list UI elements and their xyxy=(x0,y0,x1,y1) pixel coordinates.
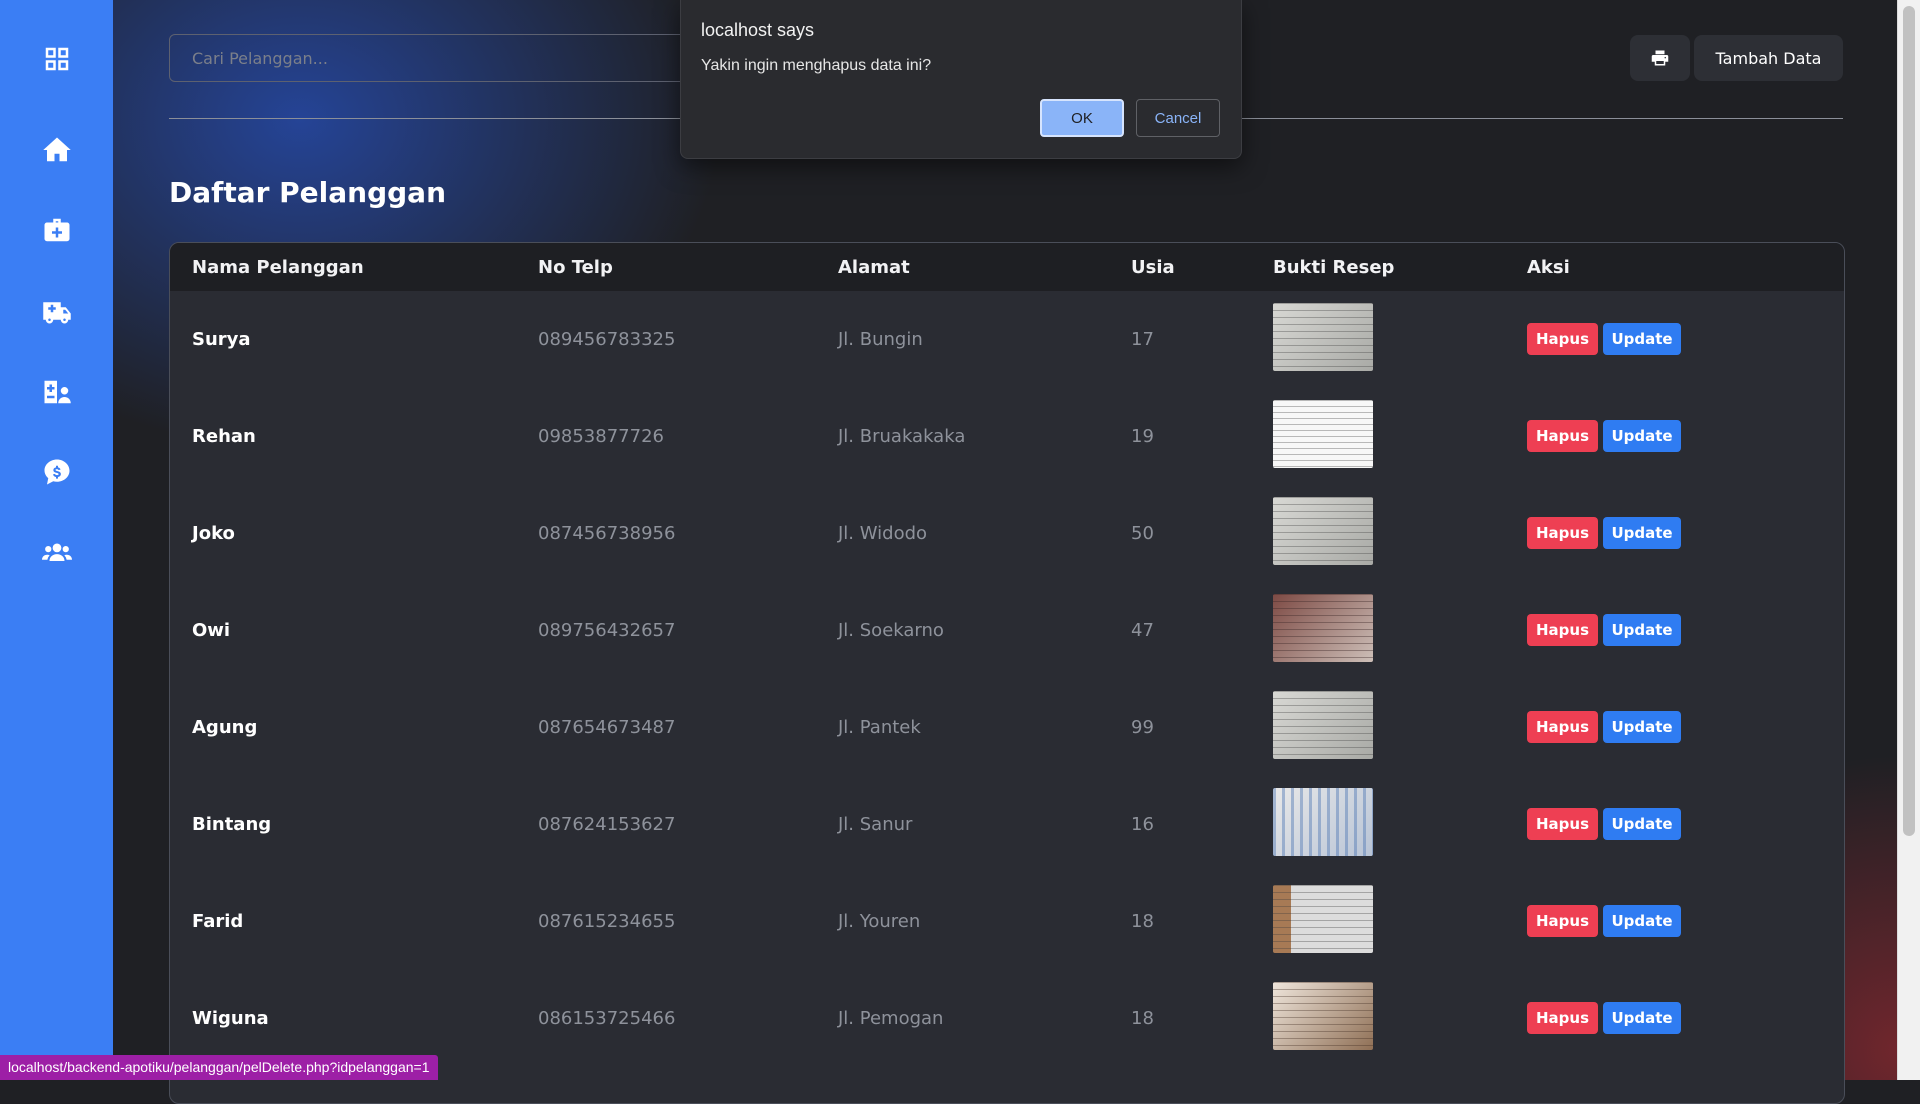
update-button[interactable]: Update xyxy=(1603,905,1681,937)
table-header: Nama Pelanggan No Telp Alamat Usia Bukti… xyxy=(170,243,1844,291)
table-row: Wiguna 086153725466 Jl. Pemogan 18 Hapus… xyxy=(170,970,1844,1067)
search-input[interactable] xyxy=(169,34,729,82)
customer-address: Jl. Bruakakaka xyxy=(838,426,966,447)
header-actions: Aksi xyxy=(1527,257,1570,278)
ambulance-icon[interactable] xyxy=(0,281,113,341)
customer-phone: 086153725466 xyxy=(538,1008,676,1029)
prescription-image[interactable] xyxy=(1273,497,1373,565)
sidebar xyxy=(0,0,113,1080)
medkit-icon[interactable] xyxy=(0,200,113,260)
dialog-title: localhost says xyxy=(701,20,815,40)
delete-button[interactable]: Hapus xyxy=(1527,808,1598,840)
customer-age: 99 xyxy=(1131,717,1154,738)
status-url: localhost/backend-apotiku/pelanggan/pelD… xyxy=(0,1055,438,1080)
header-prescription: Bukti Resep xyxy=(1273,257,1395,278)
customer-age: 18 xyxy=(1131,1008,1154,1029)
prescription-image[interactable] xyxy=(1273,303,1373,371)
delete-button[interactable]: Hapus xyxy=(1527,905,1598,937)
prescription-image[interactable] xyxy=(1273,788,1373,856)
customer-phone: 087624153627 xyxy=(538,814,676,835)
payment-chat-icon[interactable] xyxy=(0,442,113,502)
confirm-dialog: localhost says Yakin ingin menghapus dat… xyxy=(680,0,1242,159)
customer-name: Surya xyxy=(192,329,251,350)
customer-name: Joko xyxy=(192,523,235,544)
customer-phone: 09853877726 xyxy=(538,426,664,447)
grid-icon[interactable] xyxy=(0,29,113,89)
table-row: Rehan 09853877726 Jl. Bruakakaka 19 Hapu… xyxy=(170,388,1844,485)
users-icon[interactable] xyxy=(0,521,113,581)
customer-name: Owi xyxy=(192,620,231,641)
customer-address: Jl. Soekarno xyxy=(838,620,944,641)
customer-address: Jl. Pantek xyxy=(838,717,921,738)
table-row: Joko 087456738956 Jl. Widodo 50 Hapus Up… xyxy=(170,485,1844,582)
delete-button[interactable]: Hapus xyxy=(1527,323,1598,355)
customer-address: Jl. Youren xyxy=(838,911,921,932)
scrollbar-thumb[interactable] xyxy=(1903,6,1915,836)
delete-button[interactable]: Hapus xyxy=(1527,711,1598,743)
header-phone: No Telp xyxy=(538,257,613,278)
cancel-button[interactable]: Cancel xyxy=(1136,99,1220,137)
table-body: Surya 089456783325 Jl. Bungin 17 Hapus U… xyxy=(170,291,1844,1067)
customer-name: Agung xyxy=(192,717,258,738)
table-row: Surya 089456783325 Jl. Bungin 17 Hapus U… xyxy=(170,291,1844,388)
customer-name: Bintang xyxy=(192,814,272,835)
customer-phone: 087456738956 xyxy=(538,523,676,544)
table-row: Agung 087654673487 Jl. Pantek 99 Hapus U… xyxy=(170,679,1844,776)
customer-age: 19 xyxy=(1131,426,1154,447)
print-icon xyxy=(1651,50,1669,66)
update-button[interactable]: Update xyxy=(1603,1002,1681,1034)
prescription-image[interactable] xyxy=(1273,885,1373,953)
update-button[interactable]: Update xyxy=(1603,517,1681,549)
customer-age: 16 xyxy=(1131,814,1154,835)
customer-address: Jl. Widodo xyxy=(838,523,928,544)
staff-icon[interactable] xyxy=(0,362,113,422)
customer-address: Jl. Pemogan xyxy=(838,1008,944,1029)
customer-age: 50 xyxy=(1131,523,1154,544)
customer-table: Nama Pelanggan No Telp Alamat Usia Bukti… xyxy=(169,242,1845,1104)
add-data-button[interactable]: Tambah Data xyxy=(1694,35,1843,81)
customer-age: 17 xyxy=(1131,329,1154,350)
update-button[interactable]: Update xyxy=(1603,808,1681,840)
print-button[interactable] xyxy=(1630,35,1690,81)
table-row: Farid 087615234655 Jl. Youren 18 Hapus U… xyxy=(170,873,1844,970)
header-name: Nama Pelanggan xyxy=(192,257,364,278)
prescription-image[interactable] xyxy=(1273,691,1373,759)
scrollbar[interactable] xyxy=(1897,0,1920,1080)
customer-address: Jl. Bungin xyxy=(838,329,923,350)
main-content: Tambah Data Daftar Pelanggan Nama Pelang… xyxy=(113,0,1898,1104)
table-row: Owi 089756432657 Jl. Soekarno 47 Hapus U… xyxy=(170,582,1844,679)
customer-age: 18 xyxy=(1131,911,1154,932)
ok-button[interactable]: OK xyxy=(1040,99,1124,137)
header-address: Alamat xyxy=(838,257,910,278)
customer-name: Wiguna xyxy=(192,1008,269,1029)
customer-name: Farid xyxy=(192,911,244,932)
delete-button[interactable]: Hapus xyxy=(1527,517,1598,549)
update-button[interactable]: Update xyxy=(1603,323,1681,355)
prescription-image[interactable] xyxy=(1273,594,1373,662)
update-button[interactable]: Update xyxy=(1603,711,1681,743)
customer-phone: 087654673487 xyxy=(538,717,676,738)
update-button[interactable]: Update xyxy=(1603,614,1681,646)
update-button[interactable]: Update xyxy=(1603,420,1681,452)
prescription-image[interactable] xyxy=(1273,982,1373,1050)
dialog-message: Yakin ingin menghapus data ini? xyxy=(701,57,932,74)
customer-phone: 089456783325 xyxy=(538,329,676,350)
customer-phone: 089756432657 xyxy=(538,620,676,641)
prescription-image[interactable] xyxy=(1273,400,1373,468)
home-icon[interactable] xyxy=(0,120,113,180)
page-title: Daftar Pelanggan xyxy=(169,176,447,209)
customer-phone: 087615234655 xyxy=(538,911,676,932)
customer-address: Jl. Sanur xyxy=(838,814,913,835)
delete-button[interactable]: Hapus xyxy=(1527,420,1598,452)
delete-button[interactable]: Hapus xyxy=(1527,1002,1598,1034)
table-row: Bintang 087624153627 Jl. Sanur 16 Hapus … xyxy=(170,776,1844,873)
header-age: Usia xyxy=(1131,257,1175,278)
customer-name: Rehan xyxy=(192,426,256,447)
delete-button[interactable]: Hapus xyxy=(1527,614,1598,646)
customer-age: 47 xyxy=(1131,620,1154,641)
